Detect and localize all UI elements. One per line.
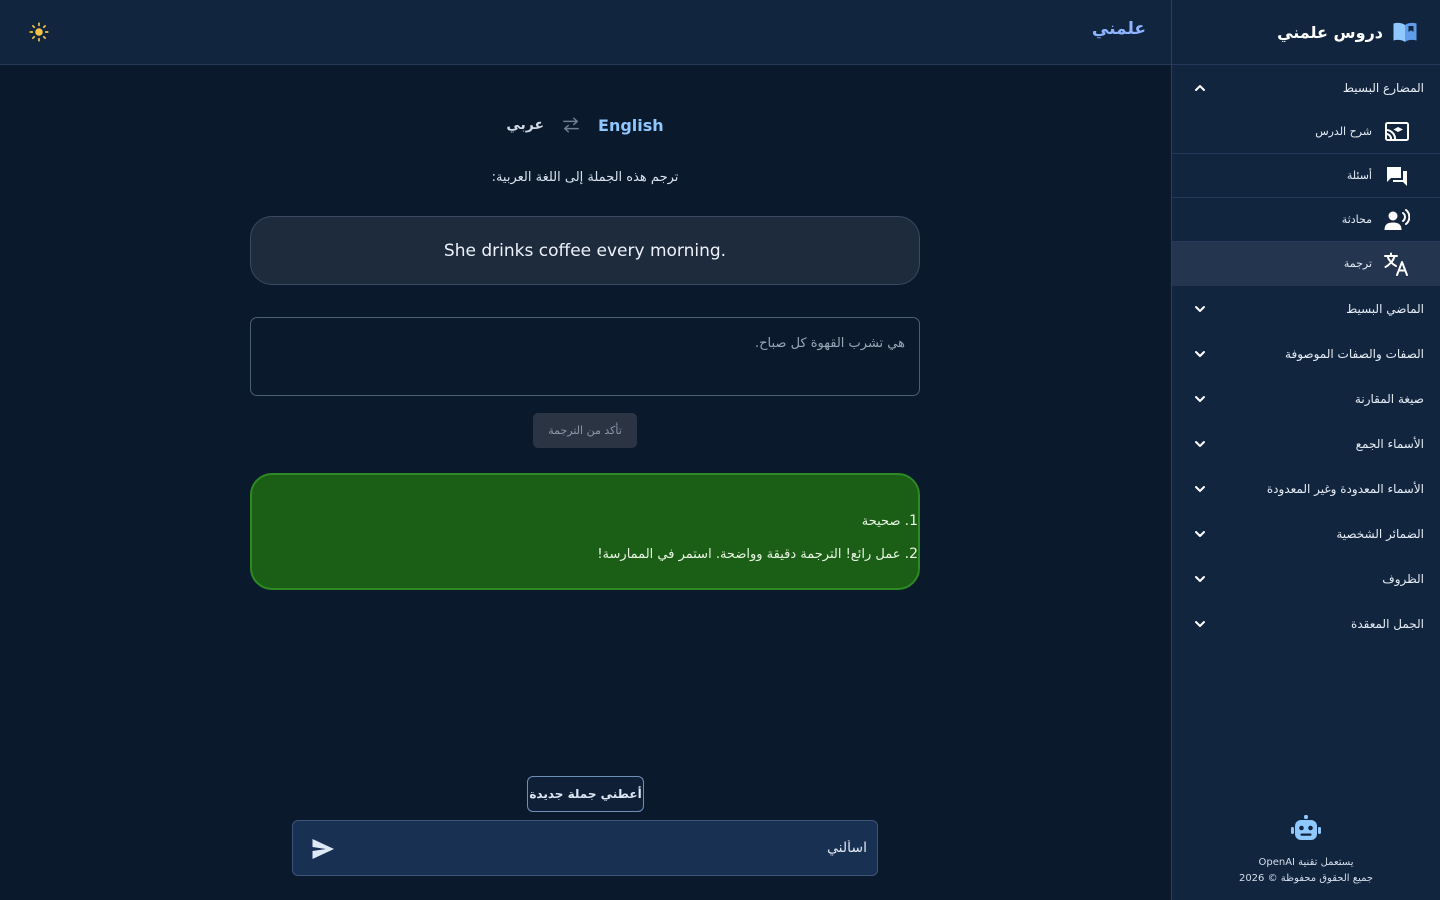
sidebar-item-translation[interactable]: ترجمة <box>1172 242 1440 286</box>
record-voice-icon <box>1384 207 1410 233</box>
theme-toggle-button[interactable] <box>22 15 56 49</box>
section-label: الأسماء الجمع <box>1355 436 1424 451</box>
section-complex-sentences[interactable]: الجمل المعقدة <box>1172 601 1440 646</box>
sidebar-footer: يستعمل تقنية OpenAI جميع الحقوق محفوظة ©… <box>1172 815 1440 884</box>
brand-logo-text[interactable]: علمني <box>1092 19 1146 39</box>
top-bar: علمني <box>0 0 1171 65</box>
chevron-down-icon <box>1192 526 1208 542</box>
section-countable-nouns[interactable]: الأسماء المعدودة وغير المعدودة <box>1172 466 1440 511</box>
powered-by-text: يستعمل تقنية OpenAI <box>1258 857 1354 868</box>
chevron-up-icon <box>1192 80 1208 96</box>
chevron-down-icon <box>1192 481 1208 497</box>
cast-for-education-icon <box>1384 119 1410 145</box>
sidebar-item-label: محادثة <box>1341 213 1372 226</box>
section-label: الماضي البسيط <box>1346 301 1424 316</box>
app-root: علمني عربي English ترجم هذه الجملة إلى ا… <box>0 0 1440 900</box>
translation-answer-input[interactable] <box>250 317 920 396</box>
section-label: صيغة المقارنة <box>1354 391 1424 406</box>
section-label: الأسماء المعدودة وغير المعدودة <box>1266 481 1424 496</box>
section-personal-pronouns[interactable]: الضمائر الشخصية <box>1172 511 1440 556</box>
translation-instruction: ترجم هذه الجملة إلى اللغة العربية: <box>491 170 679 185</box>
sidebar-item-lesson[interactable]: شرح الدرس <box>1172 110 1440 154</box>
source-sentence: She drinks coffee every morning. <box>250 216 920 285</box>
chevron-down-icon <box>1192 301 1208 317</box>
section-adjectives[interactable]: الصفات والصفات الموصوفة <box>1172 331 1440 376</box>
chat-bar <box>292 820 878 876</box>
sidebar-title: دروس علمني <box>1277 22 1383 42</box>
section-adverbs[interactable]: الظروف <box>1172 556 1440 601</box>
book-icon <box>1393 22 1417 42</box>
robot-icon <box>1291 815 1321 840</box>
feedback-panel: 1. صحيحة 2. عمل رائع! الترجمة دقيقة وواض… <box>250 473 920 590</box>
target-language-label[interactable]: عربي <box>506 117 544 133</box>
check-translation-button[interactable]: تأكد من الترجمة <box>533 413 637 448</box>
feedback-item: 1. صحيحة <box>252 505 918 538</box>
sidebar: دروس علمني المضارع البسيط شرح الدرس أسئل… <box>1171 0 1440 900</box>
copyright-text: جميع الحقوق محفوظة © 2026 <box>1238 873 1374 884</box>
section-simple-past[interactable]: الماضي البسيط <box>1172 286 1440 331</box>
sidebar-item-label: شرح الدرس <box>1315 125 1372 138</box>
feedback-text: عمل رائع! الترجمة دقيقة وواضحة. استمر في… <box>597 547 901 562</box>
feedback-item: 2. عمل رائع! الترجمة دقيقة وواضحة. استمر… <box>252 538 918 571</box>
chevron-down-icon <box>1192 616 1208 632</box>
sidebar-item-label: أسئلة <box>1346 169 1372 182</box>
swap-languages-icon[interactable] <box>560 116 582 134</box>
source-language-label[interactable]: English <box>598 116 664 135</box>
new-sentence-button[interactable]: أعطني جملة جديدة <box>527 776 644 812</box>
chat-input[interactable] <box>355 821 867 875</box>
sun-icon <box>29 22 49 42</box>
sidebar-item-questions[interactable]: أسئلة <box>1172 154 1440 198</box>
language-switcher: عربي English <box>440 112 730 138</box>
section-label: الظروف <box>1382 571 1424 586</box>
chevron-down-icon <box>1192 571 1208 587</box>
send-button[interactable] <box>309 835 337 863</box>
section-comparatives[interactable]: صيغة المقارنة <box>1172 376 1440 421</box>
section-label: الجمل المعقدة <box>1351 616 1424 631</box>
sidebar-item-conversation[interactable]: محادثة <box>1172 198 1440 242</box>
feedback-number: 2. <box>904 546 918 562</box>
section-label: المضارع البسيط <box>1342 80 1424 95</box>
sidebar-header: دروس علمني <box>1172 0 1440 65</box>
section-simple-present[interactable]: المضارع البسيط <box>1172 65 1440 110</box>
feedback-text: صحيحة <box>861 514 901 529</box>
chevron-down-icon <box>1192 346 1208 362</box>
chevron-down-icon <box>1192 391 1208 407</box>
chat-bubbles-icon <box>1384 163 1410 189</box>
sidebar-item-label: ترجمة <box>1343 257 1372 270</box>
feedback-number: 1. <box>904 513 918 529</box>
section-plural-nouns[interactable]: الأسماء الجمع <box>1172 421 1440 466</box>
translate-icon <box>1384 251 1410 277</box>
chevron-down-icon <box>1192 436 1208 452</box>
section-label: الضمائر الشخصية <box>1336 526 1424 541</box>
section-label: الصفات والصفات الموصوفة <box>1285 346 1424 361</box>
source-sentence-text: She drinks coffee every morning. <box>443 240 727 261</box>
send-icon <box>312 839 334 859</box>
